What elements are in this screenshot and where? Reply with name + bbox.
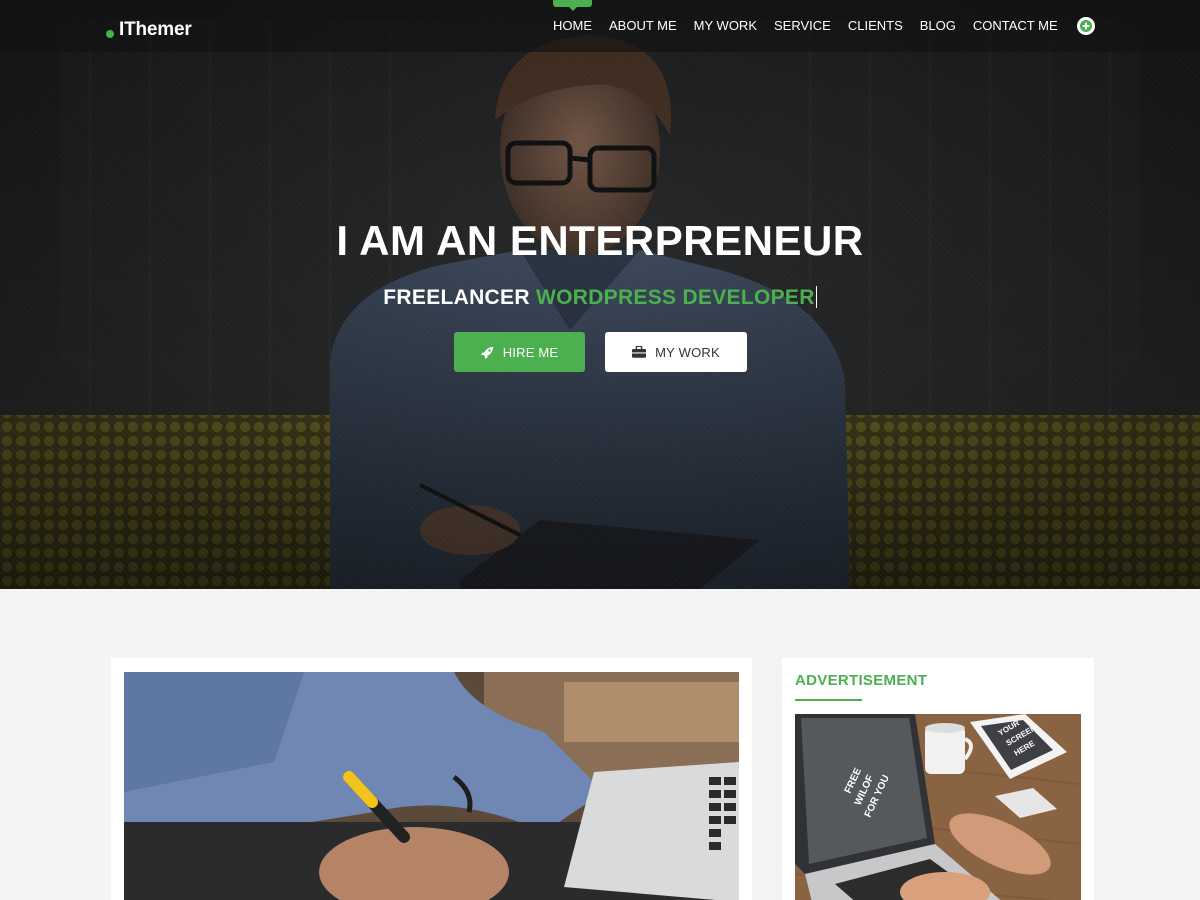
hero-subline: FREELANCER WORDPRESS DEVELOPER [0,286,1200,310]
nav-item-contact-me[interactable]: CONTACT ME [973,18,1058,33]
logo-text: IThemer [119,19,192,40]
nav-item-about-me[interactable]: ABOUT ME [609,18,677,33]
hero-headline: I AM AN ENTERPRENEUR [336,217,864,264]
site-logo[interactable]: IThemer [106,19,192,41]
typing-caret [815,286,817,308]
advertisement-widget: ADVERTISEMENT YOUR SCREEN HERE FREE WILO… [782,658,1094,900]
logo-dot-icon [106,30,114,38]
post-featured-image[interactable] [124,672,739,900]
briefcase-icon [632,346,647,358]
hero-section: I AM AN ENTERPRENEUR FREELANCER WORDPRES… [0,0,1200,589]
ad-image-illustration: YOURSCREENHEREFREEWILOFFOR YOU [795,714,1081,900]
advertisement-image[interactable]: YOUR SCREEN HERE FREE WILOF FOR YOU [795,714,1081,900]
top-navigation-bar: IThemer HOME ABOUT ME MY WORK SERVICE CL… [0,0,1200,52]
nav-item-clients[interactable]: CLIENTS [848,18,903,33]
nav-item-home[interactable]: HOME [553,0,592,33]
plus-circle-icon[interactable] [1077,17,1095,35]
subline-highlight: WORDPRESS DEVELOPER [535,286,815,309]
widget-title-underline [795,699,862,701]
rocket-icon [480,346,494,359]
my-work-button[interactable]: MY WORK [605,332,747,372]
nav-item-blog[interactable]: BLOG [920,18,956,33]
main-menu: HOME ABOUT ME MY WORK SERVICE CLIENTS BL… [553,0,1075,33]
hire-me-label: HIRE ME [502,344,559,360]
my-work-label: MY WORK [655,344,720,360]
widget-title: ADVERTISEMENT [795,672,928,689]
hire-me-button[interactable]: HIRE ME [454,332,585,372]
post-card [111,658,752,900]
post-image-illustration [124,672,739,900]
subline-prefix: FREELANCER [383,286,530,309]
nav-item-service[interactable]: SERVICE [774,18,831,33]
nav-item-my-work[interactable]: MY WORK [694,18,757,33]
